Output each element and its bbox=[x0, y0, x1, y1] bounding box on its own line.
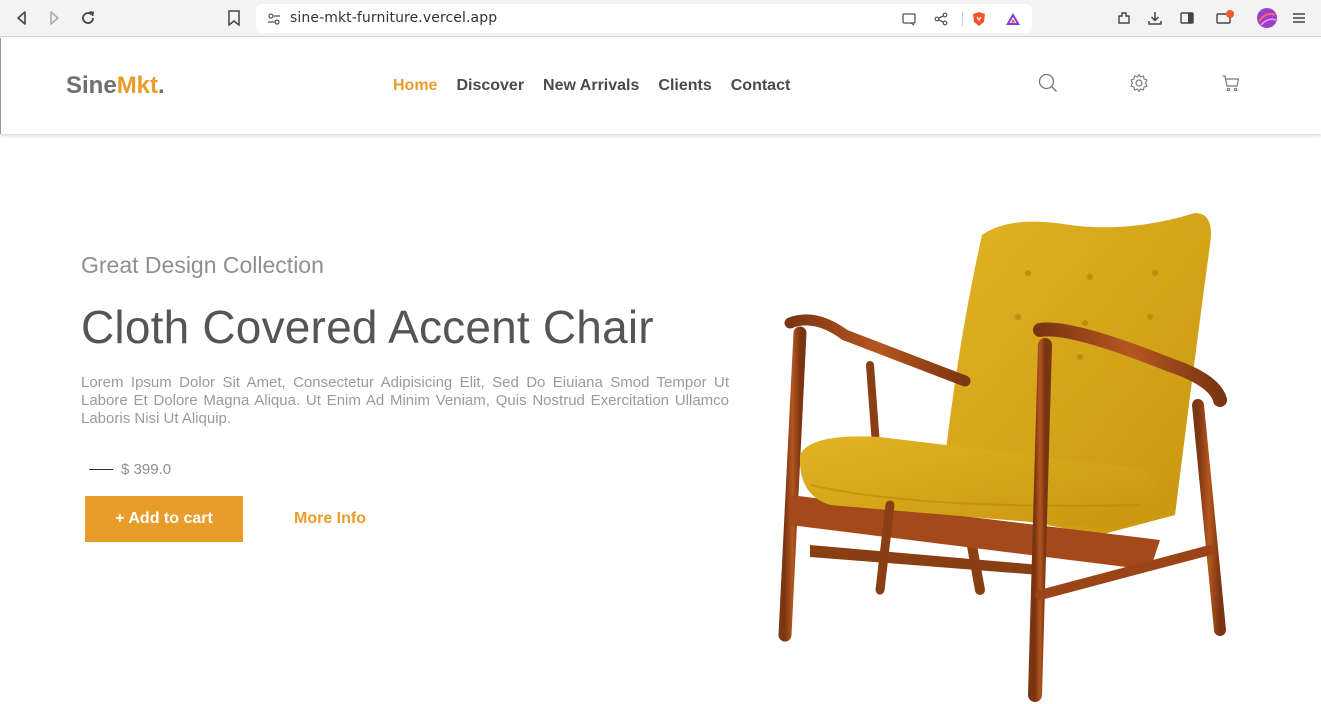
bookmark-icon[interactable] bbox=[222, 6, 246, 30]
wallet-icon[interactable] bbox=[1213, 6, 1237, 30]
search-icon[interactable] bbox=[1037, 72, 1059, 94]
main-nav: Home Discover New Arrivals Clients Conta… bbox=[393, 77, 809, 95]
gear-icon[interactable] bbox=[1128, 72, 1150, 94]
nav-clients[interactable]: Clients bbox=[658, 77, 711, 95]
add-to-cart-button[interactable]: + Add to cart bbox=[85, 496, 243, 542]
hero-description: Lorem Ipsum Dolor Sit Amet, Consectetur … bbox=[81, 374, 729, 427]
hero-subtitle: Great Design Collection bbox=[81, 252, 324, 278]
profile-avatar-icon[interactable] bbox=[1255, 6, 1279, 30]
chair-product-image bbox=[770, 205, 1240, 704]
logo-main: Sine bbox=[66, 72, 117, 99]
logo-dot: . bbox=[158, 72, 165, 99]
nav-discover[interactable]: Discover bbox=[456, 77, 524, 95]
back-icon[interactable] bbox=[10, 6, 34, 30]
hero-title: Cloth Covered Accent Chair bbox=[81, 301, 654, 353]
address-bar[interactable]: sine-mkt-furniture.vercel.app bbox=[256, 4, 1032, 33]
price-label: $ 399.0 bbox=[121, 461, 172, 478]
more-info-link[interactable]: More Info bbox=[294, 510, 366, 528]
reload-icon[interactable] bbox=[76, 6, 100, 30]
nav-new-arrivals[interactable]: New Arrivals bbox=[543, 77, 639, 95]
menu-icon[interactable] bbox=[1287, 6, 1311, 30]
logo-accent: Mkt bbox=[116, 72, 159, 99]
forward-icon[interactable] bbox=[42, 6, 66, 30]
cast-icon[interactable] bbox=[901, 11, 917, 27]
download-icon[interactable] bbox=[1143, 6, 1167, 30]
nav-contact[interactable]: Contact bbox=[731, 77, 791, 95]
site-logo[interactable]: SineMkt. bbox=[66, 72, 165, 100]
divider bbox=[962, 12, 963, 26]
share-icon[interactable] bbox=[933, 11, 949, 27]
brave-rewards-icon[interactable] bbox=[1005, 11, 1021, 27]
price-divider bbox=[89, 469, 113, 470]
browser-toolbar: sine-mkt-furniture.vercel.app bbox=[0, 0, 1321, 37]
url-text[interactable]: sine-mkt-furniture.vercel.app bbox=[290, 10, 497, 26]
site-settings-icon[interactable] bbox=[266, 11, 282, 27]
sidebar-icon[interactable] bbox=[1175, 6, 1199, 30]
nav-home[interactable]: Home bbox=[393, 77, 437, 95]
extensions-icon[interactable] bbox=[1112, 6, 1136, 30]
brave-shield-icon[interactable] bbox=[971, 11, 987, 27]
site-header: SineMkt. Home Discover New Arrivals Clie… bbox=[0, 38, 1321, 134]
cart-icon[interactable] bbox=[1220, 72, 1242, 94]
